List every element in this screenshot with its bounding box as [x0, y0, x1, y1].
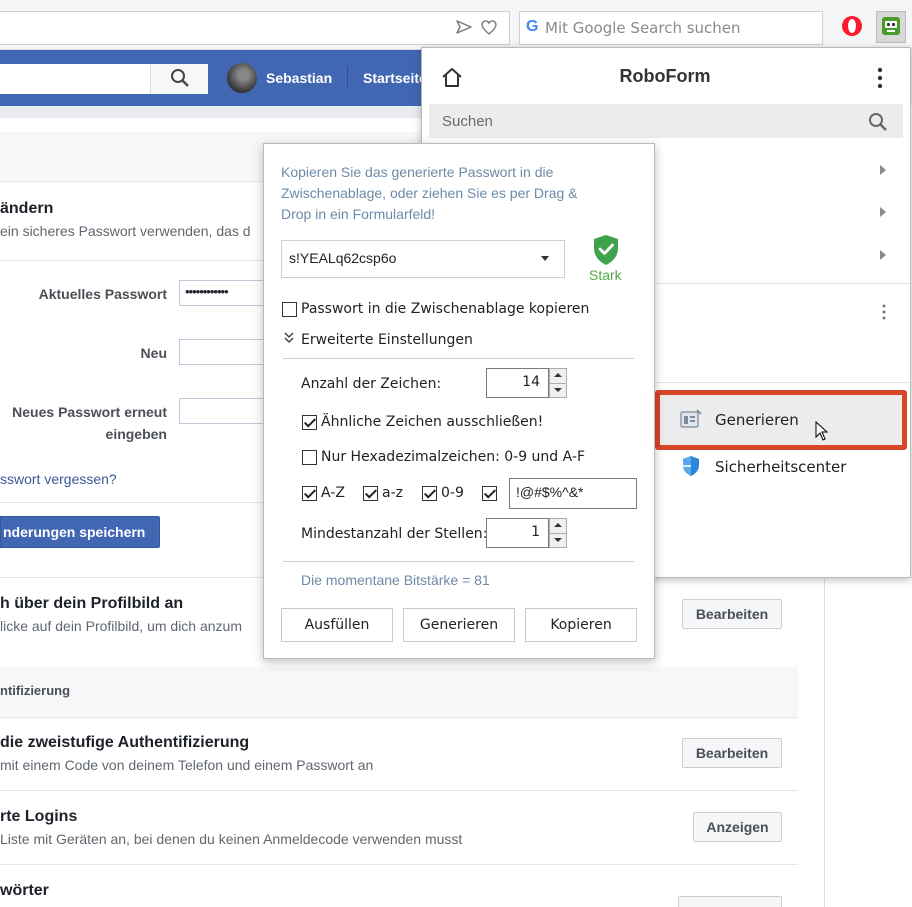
double-chevron-down-icon[interactable]	[284, 332, 294, 344]
new-password-label: Neu	[140, 345, 167, 361]
mouse-cursor-icon	[815, 421, 829, 441]
auth-section-title: ntifizierung	[0, 683, 71, 698]
chevron-down-icon[interactable]	[541, 256, 549, 261]
stepper-up-icon[interactable]	[554, 523, 562, 527]
copy-to-clipboard-label[interactable]: Passwort in die Zwischenablage kopieren	[301, 301, 589, 317]
stepper-up-icon[interactable]	[554, 373, 562, 377]
two-factor-edit-button[interactable]: Bearbeiten	[682, 738, 782, 768]
char-count-stepper[interactable]	[549, 368, 567, 398]
security-center-menu-item[interactable]: Sicherheitscenter	[715, 458, 846, 476]
hex-only-checkbox[interactable]	[302, 450, 317, 465]
divider	[0, 790, 798, 791]
repeat-password-label-2: eingeben	[105, 426, 167, 442]
stepper-down-icon[interactable]	[554, 538, 562, 542]
bit-strength-label: Die momentane Bitstärke = 81	[301, 572, 490, 588]
digits-checkbox[interactable]	[422, 486, 437, 501]
search-icon[interactable]	[868, 112, 888, 132]
search-icon	[171, 69, 189, 87]
forgot-password-link[interactable]: sswort vergessen?	[0, 471, 117, 487]
save-changes-button[interactable]: nderungen speichern	[0, 516, 160, 548]
digits-label[interactable]: 0-9	[441, 485, 464, 501]
current-password-value: ••••••••••••	[185, 284, 229, 299]
two-factor-title: die zweistufige Authentifizierung	[0, 734, 250, 751]
divider	[347, 66, 348, 88]
security-shield-icon	[683, 456, 699, 476]
strength-label: Stark	[589, 267, 622, 283]
uppercase-checkbox[interactable]	[302, 486, 317, 501]
divider	[655, 382, 910, 383]
special-chars-value: !@#$%^&*	[516, 484, 584, 500]
generator-description: Kopieren Sie das generierte Passwort in …	[281, 164, 578, 222]
roboform-title: RoboForm	[619, 66, 711, 86]
address-bar[interactable]	[0, 11, 510, 45]
exclude-similar-label[interactable]: Ähnliche Zeichen ausschließen!	[321, 414, 543, 430]
profile-section-desc: licke auf dein Profilbild, um dich anzum	[0, 618, 243, 634]
chevron-right-icon[interactable]	[880, 250, 886, 260]
two-factor-desc: mit einem Code von deinem Telefon und ei…	[0, 757, 374, 773]
divider	[655, 283, 910, 284]
chevron-right-icon[interactable]	[880, 207, 886, 217]
special-chars-checkbox[interactable]	[482, 486, 497, 501]
new-password-input[interactable]	[179, 339, 269, 365]
advanced-settings-toggle[interactable]: Erweiterte Einstellungen	[301, 332, 473, 348]
logins-desc: Liste mit Geräten an, bei denen du keine…	[0, 831, 463, 847]
logins-title: rte Logins	[0, 808, 78, 825]
hex-only-label[interactable]: Nur Hexadezimalzeichen: 0-9 und A-F	[321, 449, 585, 465]
copy-button[interactable]: Kopieren	[525, 608, 637, 642]
repeat-password-input[interactable]	[179, 398, 269, 424]
min-digits-stepper[interactable]	[549, 518, 567, 548]
roboform-search-placeholder: Suchen	[442, 113, 493, 130]
passwords-button[interactable]	[678, 896, 782, 907]
shield-check-icon	[594, 235, 618, 265]
profile-section-title: h über dein Profilbild an	[0, 595, 184, 612]
lowercase-label[interactable]: a-z	[382, 485, 403, 501]
password-section-desc: ein sicheres Passwort verwenden, das d	[0, 223, 251, 239]
passwords-title: wörter	[0, 882, 49, 899]
generate-button[interactable]: Generieren	[403, 608, 515, 642]
auth-section-header: ntifizierung	[0, 667, 798, 717]
char-count-label: Anzahl der Zeichen:	[301, 376, 442, 392]
char-count-value: 14	[522, 374, 540, 390]
divider	[283, 358, 634, 359]
profile-edit-button[interactable]: Bearbeiten	[682, 599, 782, 629]
chevron-right-icon[interactable]	[880, 165, 886, 175]
roboform-robot-icon	[882, 17, 900, 35]
fill-button[interactable]: Ausfüllen	[281, 608, 393, 642]
stepper-down-icon[interactable]	[554, 388, 562, 392]
exclude-similar-checkbox[interactable]	[302, 415, 317, 430]
google-icon: G	[526, 18, 539, 35]
current-password-input[interactable]: ••••••••••••	[179, 280, 269, 306]
min-digits-value: 1	[531, 524, 540, 540]
home-icon[interactable]	[440, 66, 464, 90]
password-section-title: ändern	[0, 200, 54, 217]
min-digits-label: Mindestanzahl der Stellen:	[301, 526, 488, 542]
facebook-home-link[interactable]: Startseite	[363, 70, 427, 86]
repeat-password-label: Neues Passwort erneut	[12, 404, 167, 420]
divider	[0, 864, 798, 865]
lowercase-checkbox[interactable]	[363, 486, 378, 501]
heart-icon[interactable]	[480, 18, 498, 36]
copy-to-clipboard-checkbox[interactable]	[282, 302, 297, 317]
avatar[interactable]	[227, 63, 257, 93]
divider	[283, 561, 634, 562]
logins-show-button[interactable]: Anzeigen	[693, 812, 782, 842]
uppercase-label[interactable]: A-Z	[321, 485, 345, 501]
divider	[0, 717, 798, 718]
google-search-placeholder: Mit Google Search suchen	[545, 19, 741, 37]
more-vertical-icon[interactable]	[873, 66, 887, 90]
password-generator-icon	[680, 409, 702, 428]
current-password-label: Aktuelles Passwort	[38, 286, 167, 302]
more-vertical-icon[interactable]	[879, 304, 889, 320]
facebook-user-name[interactable]: Sebastian	[266, 70, 332, 86]
opera-icon[interactable]	[842, 16, 862, 36]
send-icon[interactable]	[455, 18, 473, 36]
facebook-search-button[interactable]	[150, 64, 208, 94]
generate-menu-label: Generieren	[715, 411, 799, 429]
roboform-search-input[interactable]	[429, 104, 903, 138]
generated-password-value: s!YEALq62csp6o	[289, 250, 397, 266]
